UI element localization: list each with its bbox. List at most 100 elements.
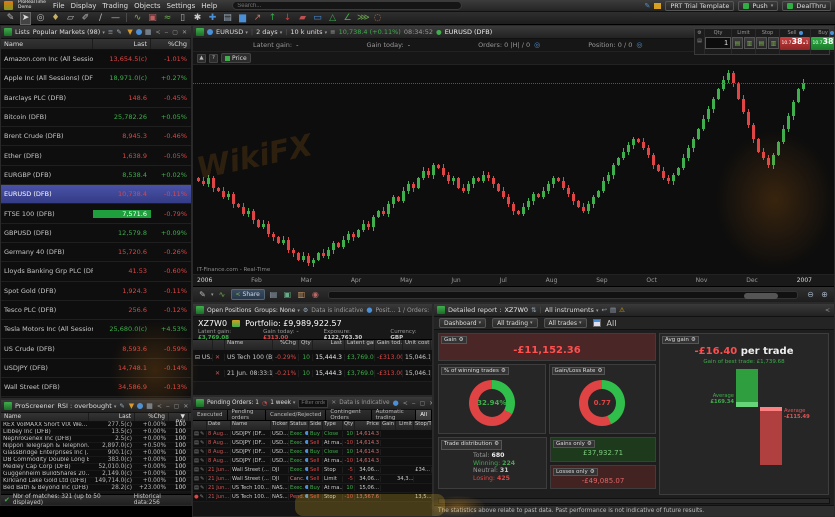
watchlist-row[interactable]: Bitcoin (DFB)25,782.26+0.05% bbox=[1, 108, 191, 127]
share-icon[interactable]: < bbox=[824, 307, 831, 314]
watchlist-row[interactable]: FTSE 100 (DFB)7,571.6-0.79% bbox=[1, 204, 191, 223]
close-position-icon[interactable]: ✕ bbox=[213, 370, 225, 377]
date-range-label[interactable]: All bbox=[607, 319, 617, 328]
draw-tool-icon[interactable]: ✎ bbox=[197, 289, 208, 300]
trades-filter-selector[interactable]: All trades▾ bbox=[544, 318, 587, 328]
table-settings-icon[interactable]: ▦ bbox=[145, 402, 154, 410]
orders-zoom-icon[interactable]: ◎ bbox=[534, 41, 540, 49]
copy-chart-icon[interactable]: ▤ bbox=[268, 289, 279, 300]
column-header[interactable]: Name bbox=[231, 421, 271, 430]
sell-button[interactable]: 10.738.1 bbox=[780, 37, 810, 50]
tab-contingent-orders[interactable]: Contingent Orders bbox=[326, 410, 371, 420]
screener-row[interactable]: Bed Bath & Beyond Inc (DFB)28.2(c)+23.00… bbox=[1, 485, 191, 492]
wrench-icon[interactable]: ⚙ bbox=[590, 469, 595, 475]
user-icon[interactable] bbox=[136, 29, 142, 35]
wrench-icon[interactable]: ⚙ bbox=[597, 368, 602, 374]
buy-arrow-icon[interactable]: ↑ bbox=[267, 13, 278, 24]
column-header[interactable]: Latent gain bbox=[345, 340, 375, 350]
user-icon[interactable] bbox=[137, 403, 143, 409]
watchlist-row[interactable]: Spot Gold (DFB)1,924.3-0.11% bbox=[1, 282, 191, 301]
menu-display[interactable]: Display bbox=[69, 2, 99, 10]
position-row[interactable]: ✕21 Jun. 08:33:18-0.21%1015,444.3£3,769.… bbox=[193, 366, 432, 382]
pencil-icon[interactable]: ✎ bbox=[116, 28, 121, 36]
ticket-gear-icon[interactable]: ⚙ bbox=[697, 29, 701, 37]
watchlist-row[interactable]: EURUSD (DFB)10,738.4-0.11% bbox=[1, 185, 191, 204]
wrench-icon[interactable]: ⚙ bbox=[494, 441, 499, 449]
report-account[interactable]: XZ7W0 bbox=[504, 306, 528, 314]
draw-tool-caret[interactable]: ▾ bbox=[211, 292, 214, 298]
position-row[interactable]: ⊟ US...✕US Tech 100 (B...-0.29%1015,444.… bbox=[193, 350, 432, 366]
menu-trading[interactable]: Trading bbox=[100, 2, 130, 10]
column-header-last[interactable]: Last bbox=[89, 413, 135, 421]
column-header[interactable]: Gain bbox=[381, 421, 396, 430]
column-header[interactable]: Gain tod... bbox=[375, 340, 403, 350]
trendline-icon[interactable]: ∕ bbox=[95, 13, 106, 24]
tools-icon[interactable]: ✱ bbox=[192, 13, 203, 24]
pen-icon[interactable]: ✐ bbox=[80, 13, 91, 24]
watchlist-row[interactable]: US Crude (DFB)8,593.6-0.59% bbox=[1, 339, 191, 358]
textbox-icon[interactable]: ▆ bbox=[237, 13, 248, 24]
quantity-input[interactable] bbox=[705, 37, 731, 49]
zoom-in-icon[interactable]: ⊕ bbox=[819, 289, 830, 300]
column-header[interactable]: Side bbox=[309, 421, 323, 430]
search-input[interactable] bbox=[232, 1, 462, 10]
order-row[interactable]: ▤✎21 Jun...Wall Street (...DJIExec.SellS… bbox=[193, 466, 432, 475]
alert-chart-icon[interactable]: ◉ bbox=[310, 289, 321, 300]
watchlist-row[interactable]: GBPUSD (DFB)12,579.8+0.09% bbox=[1, 224, 191, 243]
column-header[interactable]: Name bbox=[225, 340, 273, 350]
column-header[interactable]: Qty bbox=[299, 340, 313, 350]
undo-icon[interactable]: ↩ bbox=[601, 306, 606, 314]
screener-row[interactable]: Kirkland Lake Gold Ltd (DFB)149,714.0(c)… bbox=[1, 478, 191, 485]
watchlist-row[interactable]: Tesco PLC (DFB)256.6-0.12% bbox=[1, 301, 191, 320]
menu-help[interactable]: Help bbox=[199, 2, 219, 10]
duplicate-icon[interactable]: ▤ bbox=[222, 13, 233, 24]
column-header-rsi[interactable]: ▼ RSI bbox=[169, 413, 189, 421]
screener-row[interactable]: Libbey Inc (DFB)13.5(c)+0.00%100 bbox=[1, 429, 191, 436]
units-selector[interactable]: 10 k units ▾ bbox=[290, 28, 327, 36]
help-button[interactable]: ? bbox=[209, 54, 218, 63]
photo-chart-icon[interactable]: ▣ bbox=[282, 289, 293, 300]
eraser-icon[interactable]: ▱ bbox=[65, 13, 76, 24]
tab-pending-orders[interactable]: Pending orders bbox=[228, 410, 267, 420]
order-row[interactable]: ▤✎21 Jun...US Tech 100...NAS...Exec.BuyA… bbox=[193, 484, 432, 493]
screener-row[interactable]: REX VolMAXX Short VIX We...277.5(c)+0.00… bbox=[1, 422, 191, 429]
add-indicator-button[interactable]: ▲ bbox=[197, 54, 206, 63]
horizontal-line-icon[interactable]: — bbox=[110, 13, 121, 24]
column-header-name[interactable]: Name bbox=[1, 39, 93, 49]
trading-filter-selector[interactable]: All trading▾ bbox=[492, 318, 537, 328]
close-position-icon[interactable]: ✕ bbox=[213, 354, 225, 361]
order-row[interactable]: ▤✎21 Jun...Wall Street (...DJICanc.SellL… bbox=[193, 475, 432, 484]
column-header[interactable]: Ticker bbox=[271, 421, 289, 430]
column-header[interactable]: Price bbox=[355, 421, 381, 430]
limit-buy-button[interactable]: ▥ bbox=[744, 37, 755, 49]
minimize-button[interactable]: ‒ bbox=[411, 400, 417, 407]
chart-scrollbar-thumb[interactable] bbox=[744, 293, 778, 299]
legend-icon[interactable]: ≣ bbox=[330, 28, 335, 36]
column-header[interactable]: Stop/Trail bbox=[414, 421, 432, 430]
wrench-icon[interactable]: ⚙ bbox=[587, 441, 592, 447]
move-icon[interactable]: ✚ bbox=[207, 13, 218, 24]
period-selector[interactable]: 2 days ▾ bbox=[256, 28, 282, 36]
watchlist-row[interactable]: USDJPY (DFB)14,748.1-0.14% bbox=[1, 359, 191, 378]
buy-button[interactable]: 10.738.7 bbox=[811, 37, 835, 50]
watchlist-row[interactable]: Brent Crude (DFB)8,945.3-0.46% bbox=[1, 127, 191, 146]
account-spinner-icon[interactable]: ⇅ bbox=[531, 306, 536, 314]
cursor-icon[interactable]: ➤ bbox=[20, 12, 31, 25]
document-icon[interactable]: ▤ bbox=[610, 306, 616, 314]
screener-row[interactable]: GlassBridge Enterprises Inc (...900.1(c)… bbox=[1, 450, 191, 457]
channel-icon[interactable]: ▰ bbox=[297, 13, 308, 24]
order-row[interactable]: ▤✎8 Aug...USDJPY (DF...USD...Exec.SellAt… bbox=[193, 439, 432, 448]
screener-row[interactable]: Guggenheim BuildShares 20...2,149.0(c)+0… bbox=[1, 471, 191, 478]
column-header-chg[interactable]: %Chg bbox=[135, 413, 169, 421]
stop-buy-button[interactable]: ▥ bbox=[768, 37, 779, 49]
compare-icon[interactable]: ▣ bbox=[147, 13, 158, 24]
tab-canceled-rejected[interactable]: Canceled/Rejected bbox=[266, 410, 326, 420]
watchlist-row[interactable]: Germany 40 (DFB)15,720.6-0.26% bbox=[1, 243, 191, 262]
indicator-icon[interactable]: ∿ bbox=[132, 13, 143, 24]
dashboard-selector[interactable]: Dashboard▾ bbox=[439, 318, 486, 328]
template-button[interactable]: PRT Trial Template bbox=[665, 1, 734, 11]
stop-sell-button[interactable]: ▤ bbox=[756, 37, 767, 49]
maximize-button[interactable]: ▢ bbox=[173, 403, 181, 410]
zoom-out-icon[interactable]: ⊖ bbox=[805, 289, 816, 300]
share-icon[interactable]: < bbox=[154, 29, 161, 36]
